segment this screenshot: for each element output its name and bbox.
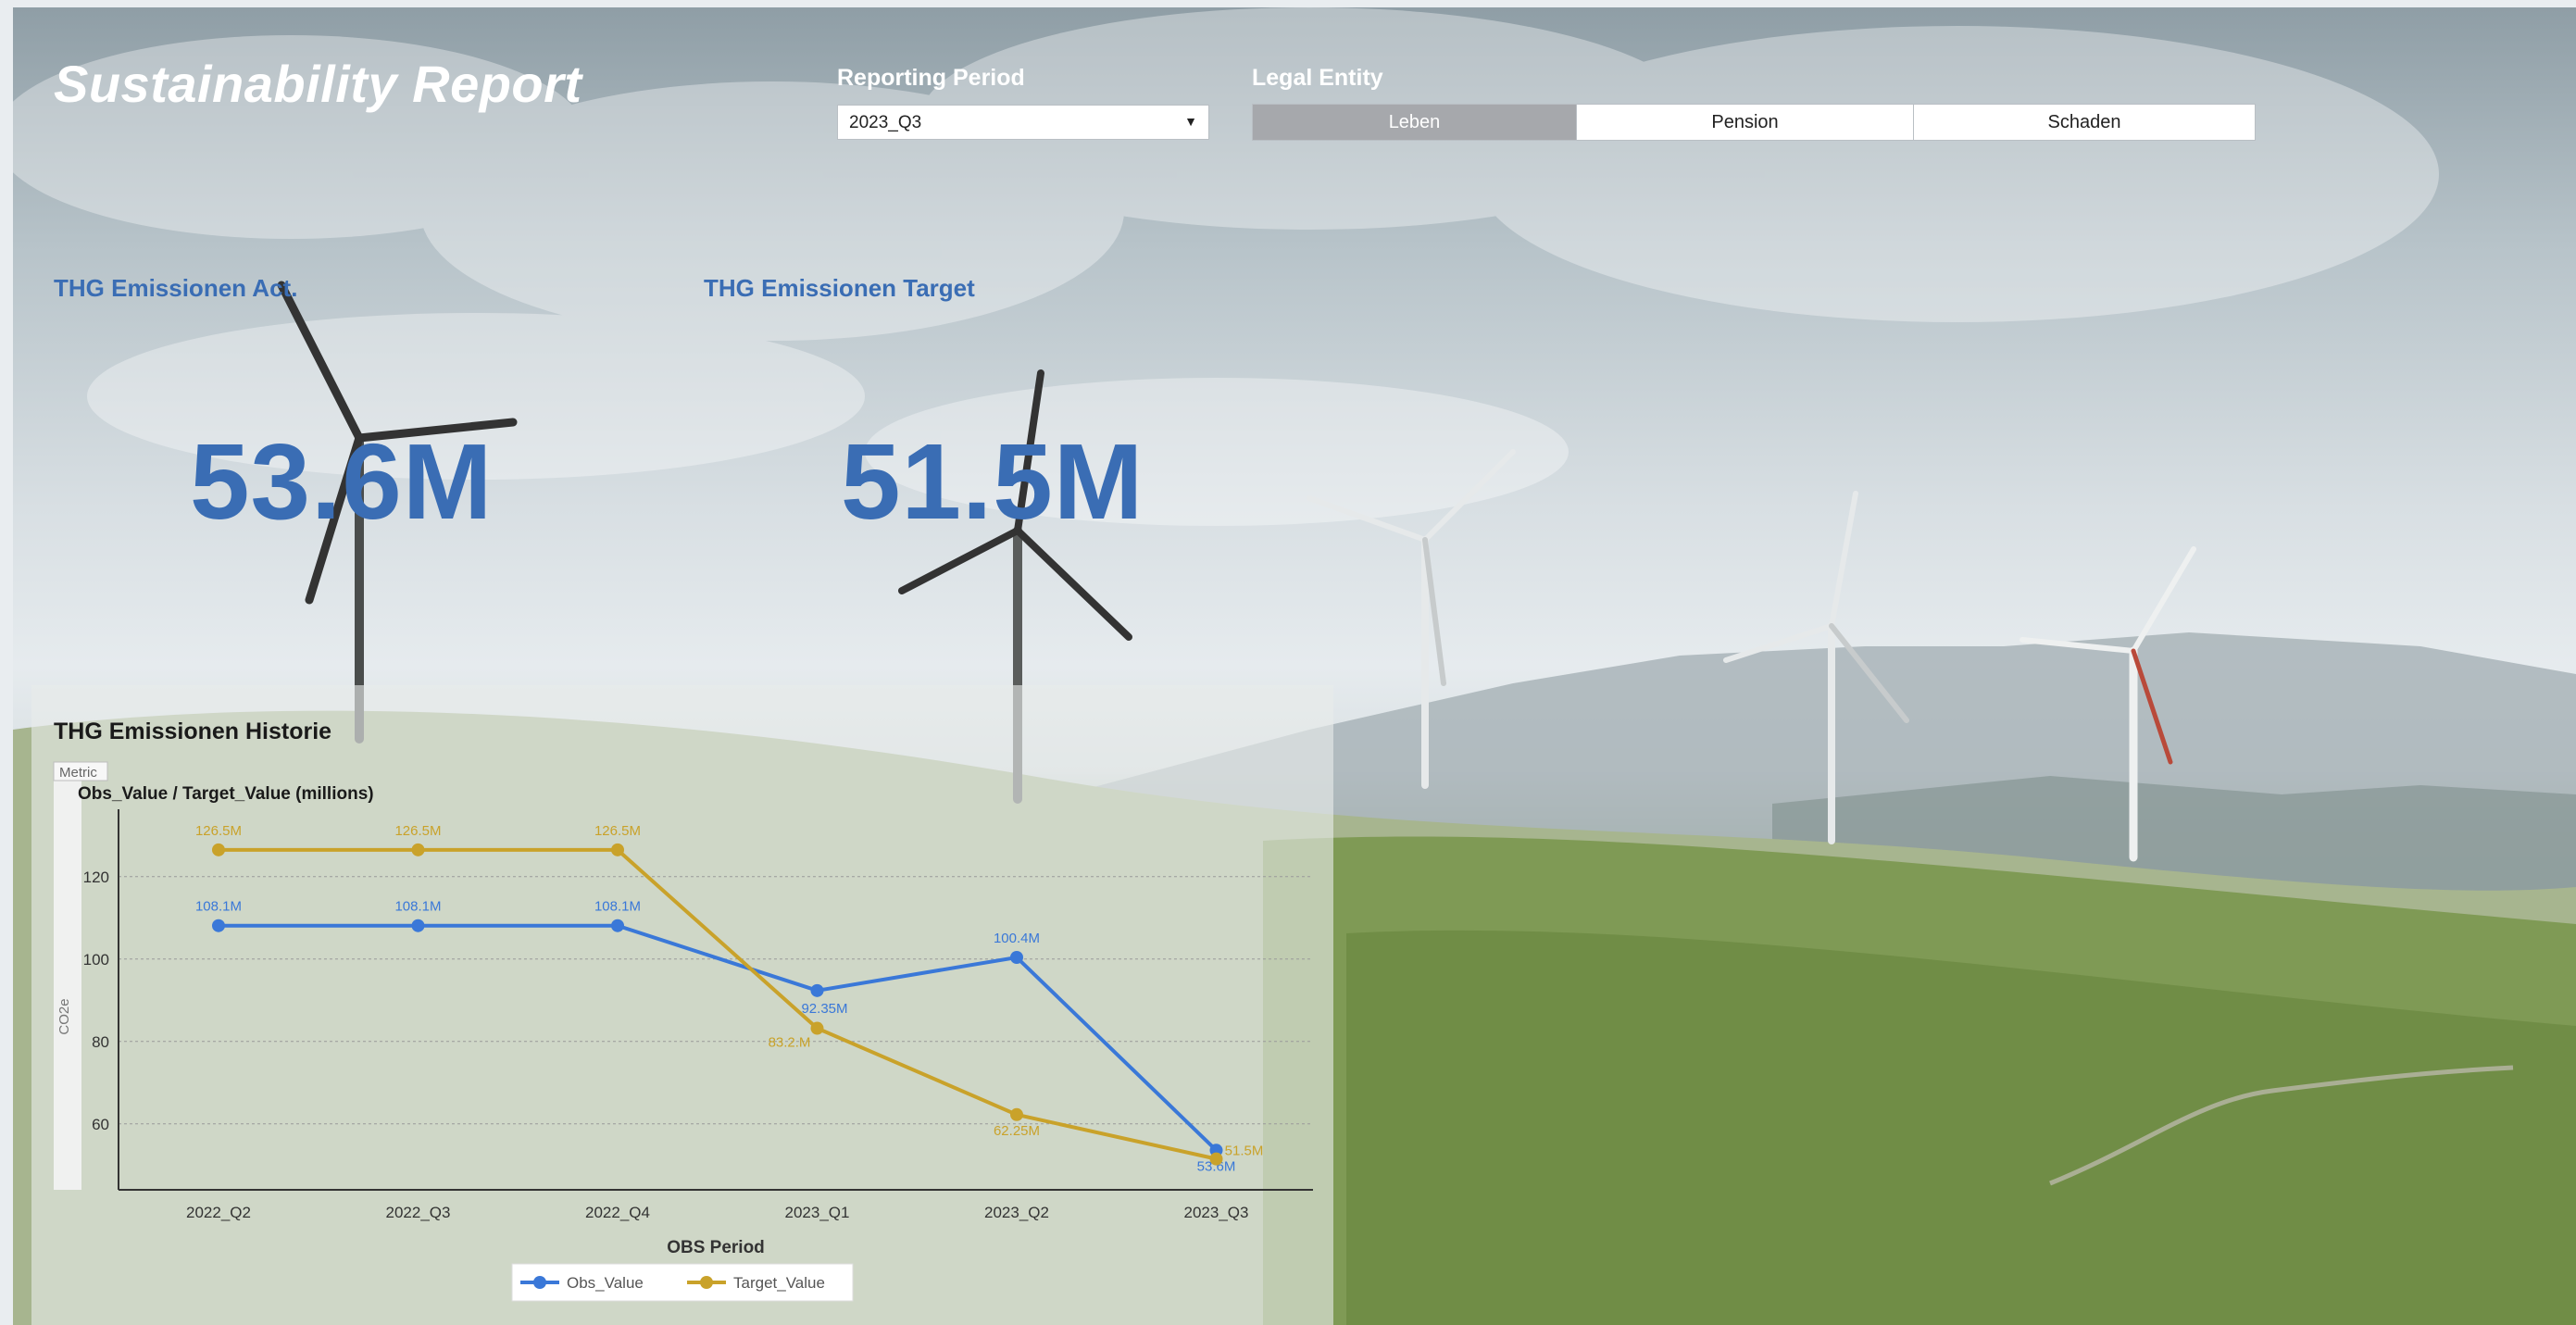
data-label: 126.5M [594, 823, 641, 839]
data-label: 62.25M [994, 1123, 1040, 1139]
data-label: 108.1M [195, 899, 242, 915]
legal-entity-label: Legal Entity [1252, 65, 1383, 91]
kpi-actual-label: THG Emissionen Act. [54, 274, 298, 302]
history-line-chart: Metric CO2e Obs_Value / Target_Value (mi… [53, 761, 1313, 1302]
x-tick-label: 2023_Q2 [984, 1204, 1049, 1221]
chart-legend: Obs_Value Target_Value [511, 1263, 854, 1302]
metric-sidebar [54, 762, 81, 1190]
reporting-period-select[interactable]: 2023_Q3 ▼ [837, 105, 1209, 140]
legal-entity-selector: Leben Pension Schaden [1252, 104, 2256, 141]
y-tick-label: 60 [92, 1116, 109, 1133]
history-chart-panel: THG Emissionen Historie Metric CO2e Obs_… [31, 685, 1333, 1325]
legal-entity-option-leben[interactable]: Leben [1253, 105, 1577, 140]
data-point[interactable] [212, 843, 225, 856]
data-point[interactable] [1010, 950, 1023, 964]
x-tick-label: 2022_Q4 [585, 1204, 650, 1221]
data-point[interactable] [1010, 1107, 1023, 1121]
data-label: 83.2.M [769, 1035, 811, 1051]
data-point[interactable] [810, 1021, 824, 1035]
side-axis-label: CO2e [56, 998, 72, 1034]
x-axis-title: OBS Period [667, 1238, 765, 1257]
legend-swatch-dot [700, 1276, 713, 1289]
reporting-period-value: 2023_Q3 [849, 113, 922, 132]
data-label: 108.1M [594, 899, 641, 915]
y-tick-label: 120 [83, 869, 109, 886]
legend-label: Target_Value [733, 1274, 825, 1292]
y-tick-label: 100 [83, 951, 109, 969]
data-point[interactable] [611, 843, 624, 856]
legal-entity-option-schaden[interactable]: Schaden [1914, 105, 2255, 140]
legal-entity-option-pension[interactable]: Pension [1577, 105, 1914, 140]
reporting-period-label: Reporting Period [837, 65, 1025, 91]
kpi-actual-value: 53.6M [190, 421, 494, 542]
y-tick-label: 80 [92, 1033, 109, 1051]
data-point[interactable] [212, 919, 225, 932]
data-label: 100.4M [994, 931, 1040, 946]
series-obs-value: 108.1M 108.1M 108.1M92.35M100.4M53.6M [195, 899, 1235, 1175]
series-target-value: 126.5M 126.5M 126.5M 83.2.M 62.25M 51.5M [195, 823, 1263, 1166]
kpi-target-label: THG Emissionen Target [704, 274, 975, 302]
data-label: 51.5M [1225, 1144, 1264, 1159]
series-line [219, 923, 1218, 1152]
data-label: 126.5M [195, 823, 242, 839]
data-point[interactable] [411, 919, 425, 932]
data-point[interactable] [411, 843, 425, 856]
legend-label: Obs_Value [567, 1274, 644, 1292]
x-tick-label: 2023_Q3 [1184, 1204, 1249, 1221]
data-point[interactable] [1209, 1152, 1223, 1166]
x-tick-label: 2022_Q3 [386, 1204, 451, 1221]
data-label: 126.5M [394, 823, 441, 839]
legend-swatch-dot [533, 1276, 546, 1289]
data-point[interactable] [810, 983, 824, 997]
x-tick-label: 2023_Q1 [785, 1204, 850, 1221]
x-tick-label: 2022_Q2 [186, 1204, 251, 1221]
metric-tab-label: Metric [59, 765, 97, 781]
chart-axis-title: Obs_Value / Target_Value (millions) [78, 784, 374, 804]
dropdown-caret-icon: ▼ [1184, 114, 1197, 129]
data-point[interactable] [611, 919, 624, 932]
data-label: 92.35M [801, 1001, 847, 1017]
kpi-target-value: 51.5M [841, 421, 1144, 542]
page-title: Sustainability Report [54, 55, 582, 113]
data-label: 108.1M [394, 899, 441, 915]
